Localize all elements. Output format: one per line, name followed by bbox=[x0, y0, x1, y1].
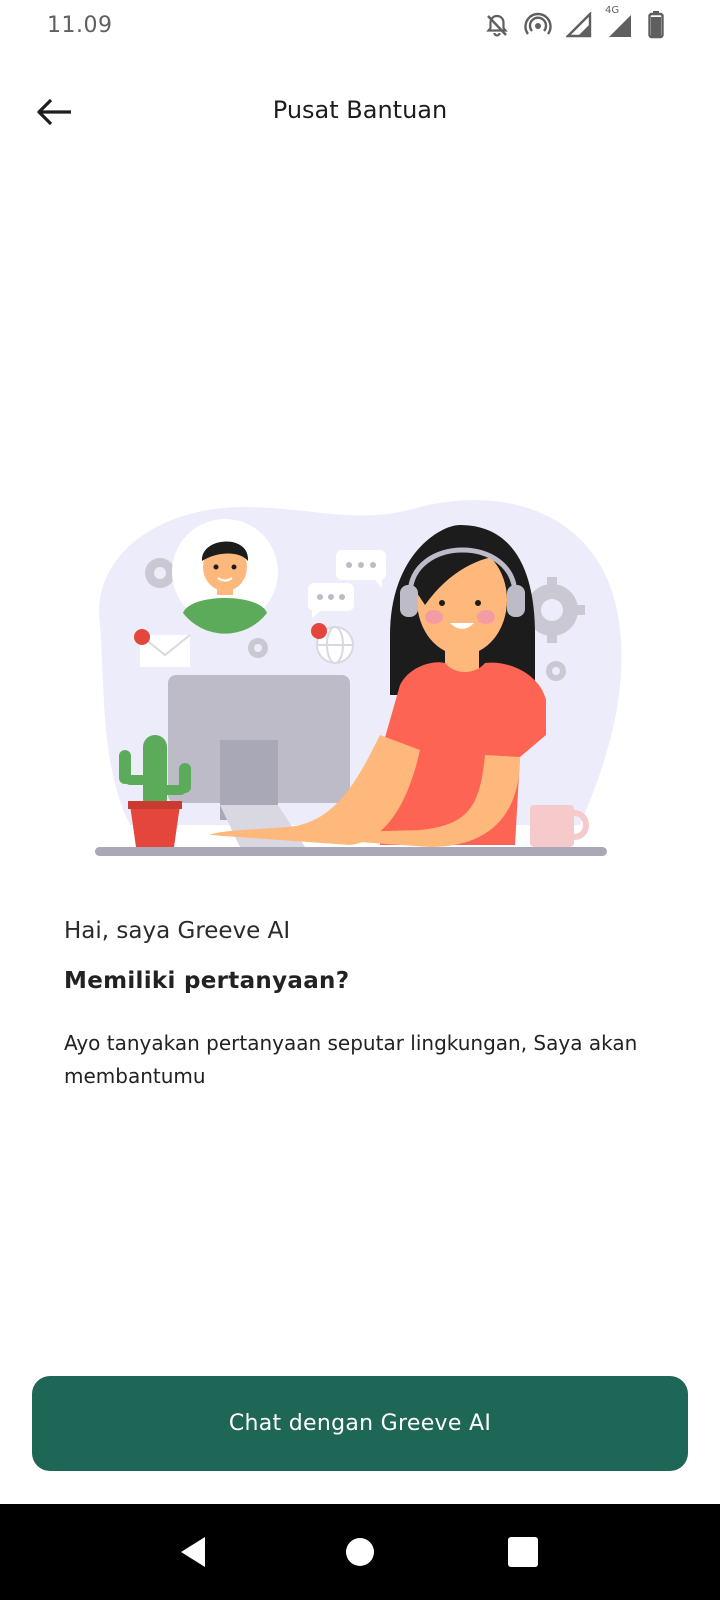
chat-with-greeve-button[interactable]: Chat dengan Greeve AI bbox=[32, 1376, 688, 1471]
question-heading: Memiliki pertanyaan? bbox=[64, 968, 350, 994]
signal-4g-icon: 4G bbox=[604, 5, 634, 43]
status-bar: 11.09 4G bbox=[0, 0, 720, 56]
greeting-text: Hai, saya Greeve AI bbox=[64, 918, 291, 944]
page-title: Pusat Bantuan bbox=[272, 96, 448, 124]
home-icon bbox=[346, 1538, 374, 1566]
hotspot-icon bbox=[524, 12, 552, 42]
gear-icon bbox=[546, 661, 566, 681]
description-text: Ayo tanyakan pertanyaan seputar lingkung… bbox=[64, 1031, 638, 1088]
gear-icon bbox=[248, 638, 268, 658]
status-time: 11.09 bbox=[47, 13, 113, 38]
notifications-off-icon bbox=[484, 12, 510, 42]
nav-recents-button[interactable] bbox=[503, 1532, 543, 1572]
nav-back-button[interactable] bbox=[173, 1532, 213, 1572]
back-icon bbox=[181, 1537, 205, 1567]
mug bbox=[530, 805, 589, 847]
app-bar: Pusat Bantuan bbox=[0, 80, 720, 144]
battery-icon bbox=[648, 11, 664, 43]
gear-icon bbox=[145, 558, 175, 588]
customer-support-illustration bbox=[95, 500, 622, 856]
nav-home-button[interactable] bbox=[340, 1532, 380, 1572]
network-type-label: 4G bbox=[604, 5, 621, 16]
status-icons: 4G bbox=[484, 5, 664, 43]
recents-icon bbox=[508, 1537, 538, 1567]
system-nav-bar bbox=[0, 1504, 720, 1600]
signal-icon bbox=[565, 11, 592, 42]
avatar-bubble bbox=[172, 519, 278, 634]
desk bbox=[95, 847, 607, 856]
